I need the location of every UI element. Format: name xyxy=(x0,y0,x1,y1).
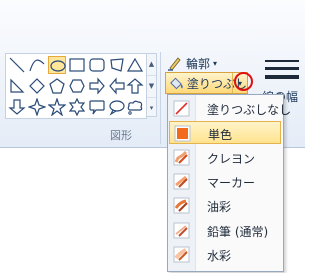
menu-item-label: 油彩 xyxy=(207,200,232,214)
oil-paint-icon xyxy=(173,197,190,214)
brush-outline-icon xyxy=(168,57,181,71)
fill-dropdown-menu: 塗りつぶしなし 単色 クレヨン マーカー 油彩 鉛筆 (通常) 水彩 xyxy=(167,94,291,272)
outline-button[interactable]: 輪郭 ▾ xyxy=(167,53,217,73)
menu-item-label: 単色 xyxy=(208,128,233,142)
shapes-gallery[interactable] xyxy=(5,53,147,119)
rectangle-shape-icon[interactable] xyxy=(68,56,86,74)
menu-item-label: 鉛筆 (通常) xyxy=(207,225,269,239)
right-arrow-shape-icon[interactable] xyxy=(88,77,106,95)
five-point-star-shape-icon[interactable] xyxy=(48,98,66,116)
six-point-star-shape-icon[interactable] xyxy=(68,98,86,116)
scroll-down-icon[interactable]: ▼ xyxy=(147,76,156,98)
menu-item-label: マーカー xyxy=(207,176,256,190)
annotation-circle xyxy=(234,72,253,91)
gallery-expand-icon[interactable]: ▾ xyxy=(147,98,156,119)
menu-item-no-fill[interactable]: 塗りつぶしなし xyxy=(169,97,291,120)
curve-shape-icon[interactable] xyxy=(28,56,46,74)
watercolor-icon xyxy=(173,246,190,263)
oval-callout-shape-icon[interactable] xyxy=(108,98,126,116)
menu-item-label: クレヨン xyxy=(207,152,256,166)
menu-item-label: 塗りつぶしなし xyxy=(207,103,292,117)
rounded-rectangle-shape-icon[interactable] xyxy=(88,56,106,74)
triangle-shape-icon[interactable] xyxy=(126,56,144,74)
menu-item-watercolor[interactable]: 水彩 xyxy=(169,243,281,266)
scroll-up-icon[interactable]: ▲ xyxy=(147,54,156,76)
solid-color-icon xyxy=(174,125,191,142)
left-arrow-shape-icon[interactable] xyxy=(108,77,126,95)
menu-item-pencil[interactable]: 鉛筆 (通常) xyxy=(169,219,281,242)
cloud-callout-shape-icon[interactable] xyxy=(126,98,144,116)
gallery-scroll[interactable]: ▲ ▼ ▾ xyxy=(146,53,157,117)
menu-item-label: 水彩 xyxy=(207,249,232,263)
up-arrow-shape-icon[interactable] xyxy=(126,77,144,95)
diamond-shape-icon[interactable] xyxy=(28,77,46,95)
menu-item-marker[interactable]: マーカー xyxy=(169,170,281,193)
menu-item-solid-color[interactable]: 単色 xyxy=(169,121,281,144)
rounded-callout-shape-icon[interactable] xyxy=(88,98,106,116)
menu-item-crayon[interactable]: クレヨン xyxy=(169,146,281,169)
four-point-star-shape-icon[interactable] xyxy=(28,98,46,116)
outline-button-label: 輪郭 xyxy=(186,56,211,71)
marker-icon xyxy=(173,173,190,190)
shapes-group-label: 図形 xyxy=(110,129,132,142)
chevron-down-icon: ▾ xyxy=(213,58,218,68)
menu-item-oil-paint[interactable]: 油彩 xyxy=(169,194,281,217)
pencil-icon xyxy=(173,222,190,239)
polygon-shape-icon[interactable] xyxy=(108,56,126,74)
crayon-icon xyxy=(173,149,190,166)
down-arrow-shape-icon[interactable] xyxy=(8,98,26,116)
hexagon-shape-icon[interactable] xyxy=(68,77,86,95)
paint-bucket-icon xyxy=(170,77,183,90)
line-shape-icon[interactable] xyxy=(8,56,26,74)
pentagon-shape-icon[interactable] xyxy=(48,77,66,95)
group-separator xyxy=(160,52,161,144)
right-triangle-shape-icon[interactable] xyxy=(8,77,26,95)
no-fill-icon xyxy=(173,100,190,117)
oval-shape-icon[interactable] xyxy=(48,56,66,74)
